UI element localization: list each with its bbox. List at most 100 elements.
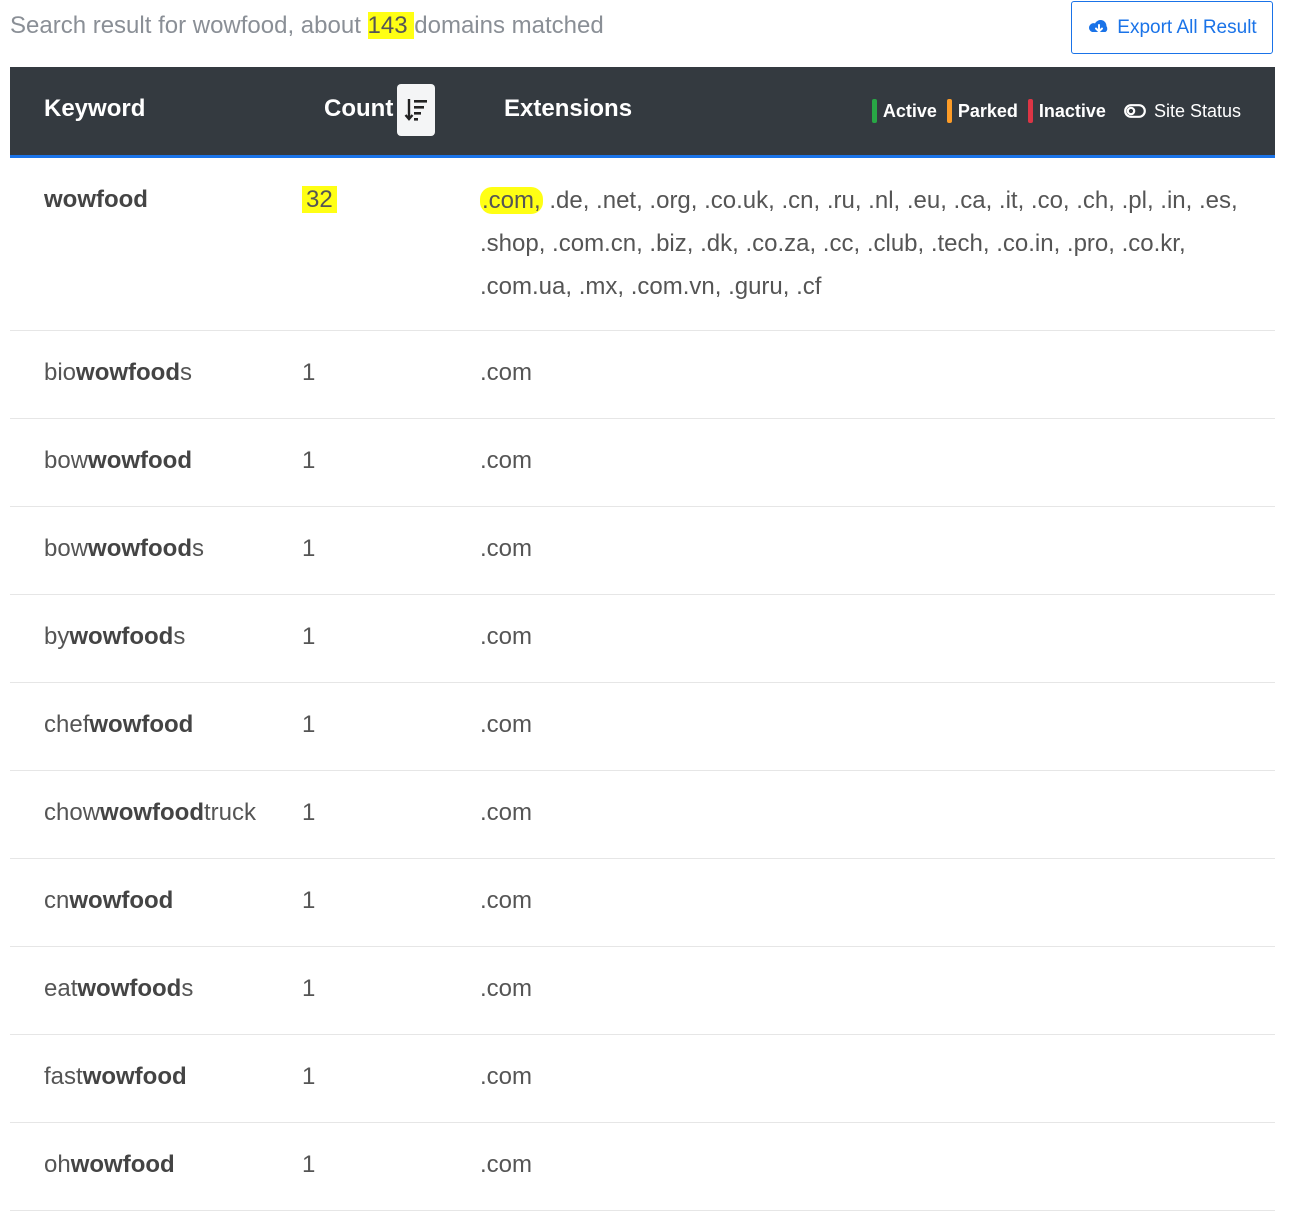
parked-color-bar [946,99,952,123]
legend-inactive: Inactive [1027,99,1106,123]
summary-prefix: Search result for wowfood, about [10,12,368,39]
keyword-cell: ohwowfood [44,1151,175,1179]
keyword-cell: cnwowfood [44,887,173,915]
column-header-count[interactable]: Count [324,95,393,123]
legend-active-label: Active [882,100,937,121]
export-all-button[interactable]: Export All Result [1071,1,1273,54]
keyword-bold: wowfood [88,447,192,474]
keyword-cell: chowwowfoodtruck [44,799,256,827]
keyword-cell: chefwowfood [44,711,193,739]
count-cell: 1 [302,887,316,914]
keyword-cell: wowfood [44,186,148,214]
extensions-cell[interactable]: .com [480,975,1267,1003]
keyword-bold: wowfood [44,186,148,213]
keyword-prefix: cn [44,887,70,914]
extensions-cell[interactable]: .com [480,447,1267,475]
results-toolbar: Search result for wowfood, about 143 dom… [0,0,1297,62]
table-row: chowwowfoodtruck 1 .com [10,771,1275,859]
count-cell: 1 [302,1063,316,1090]
keyword-bold: wowfood [82,1063,187,1090]
toggle-icon [1124,104,1146,118]
extensions-cell[interactable]: .com [480,711,1267,739]
count-cell: 1 [302,359,316,386]
keyword-bold: wowfood [69,623,174,650]
active-color-bar [871,99,877,123]
table-row: chefwowfood 1 .com [10,683,1275,771]
keyword-suffix: s [192,535,204,562]
keyword-cell: bowwowfoods [44,535,204,563]
results-table-body: wowfood 32 .com, .de, .net, .org, .co.uk… [10,158,1275,1211]
keyword-prefix: by [44,623,70,650]
extensions-cell[interactable]: .com [480,1063,1267,1091]
table-row: cnwowfood 1 .com [10,859,1275,947]
table-row: bowwowfoods 1 .com [10,507,1275,595]
count-value: 32 [302,186,337,213]
export-all-label: Export All Result [1117,16,1257,38]
table-row: fastwowfood 1 .com [10,1035,1275,1123]
keyword-suffix: truck [204,799,257,826]
keyword-cell: eatwowfoods [44,975,193,1003]
keyword-suffix: s [180,359,192,386]
status-legend: Active Parked Inactive Site Status [871,99,1241,123]
keyword-prefix: bow [44,535,89,562]
keyword-prefix: fast [44,1063,83,1090]
table-header: Keyword Count Extensions Active Parked I… [10,67,1275,158]
table-row: bywowfoods 1 .com [10,595,1275,683]
keyword-cell: biowowfoods [44,359,192,387]
cloud-download-icon [1089,19,1108,33]
extensions-cell[interactable]: .com [480,535,1267,563]
keyword-bold: wowfood [69,887,174,914]
keyword-cell: bowwowfood [44,447,192,475]
keyword-bold: wowfood [100,799,204,826]
keyword-prefix: eat [44,975,78,1002]
table-row: biowowfoods 1 .com [10,331,1275,419]
count-cell: 1 [302,975,316,1002]
extensions-cell: .com, .de, .net, .org, .co.uk, .cn, .ru,… [480,179,1267,308]
extensions-cell[interactable]: .com [480,799,1267,827]
table-row: eatwowfoods 1 .com [10,947,1275,1035]
count-cell: 1 [302,623,316,650]
count-cell: 1 [302,711,316,738]
sort-button[interactable] [397,84,435,136]
sort-descending-icon [404,99,427,121]
extensions-cell[interactable]: .com [480,359,1267,387]
extensions-cell[interactable]: .com [480,623,1267,651]
keyword-bold: wowfood [88,535,192,562]
keyword-prefix: bow [44,447,89,474]
extensions-list[interactable]: .de, .net, .org, .co.uk, .cn, .ru, .nl, … [480,187,1238,300]
column-header-keyword[interactable]: Keyword [44,95,145,123]
keyword-bold: wowfood [70,1151,175,1178]
keyword-suffix: s [173,623,186,650]
legend-parked: Parked [946,99,1018,123]
count-cell: 1 [302,799,316,826]
count-cell: 1 [302,535,316,562]
keyword-bold: wowfood [76,359,180,386]
extensions-cell[interactable]: .com [480,1151,1267,1179]
keyword-bold: wowfood [77,975,182,1002]
keyword-prefix: chef [44,711,90,738]
legend-parked-label: Parked [957,100,1018,121]
site-status-label: Site Status [1153,100,1241,121]
legend-active: Active [871,99,937,123]
keyword-prefix: bio [44,359,77,386]
keyword-cell: bywowfoods [44,623,185,651]
table-row: ohwowfood 1 .com [10,1123,1275,1211]
keyword-cell: fastwowfood [44,1063,187,1091]
keyword-bold: wowfood [89,711,194,738]
summary-suffix: domains matched [414,12,604,39]
inactive-color-bar [1027,99,1033,123]
column-header-extensions: Extensions [504,95,633,122]
legend-inactive-label: Inactive [1038,100,1106,121]
count-cell: 1 [302,447,316,474]
table-row: bowwowfood 1 .com [10,419,1275,507]
extensions-cell[interactable]: .com [480,887,1267,915]
keyword-suffix: s [181,975,194,1002]
count-cell: 1 [302,1151,316,1178]
site-status-toggle[interactable]: Site Status [1124,101,1241,122]
result-count: 143 [367,12,415,39]
keyword-prefix: oh [44,1151,71,1178]
keyword-prefix: chow [44,799,101,826]
results-summary: Search result for wowfood, about 143 dom… [10,12,604,40]
table-row: wowfood 32 .com, .de, .net, .org, .co.uk… [10,158,1275,331]
extension-highlight[interactable]: .com, [480,187,543,214]
